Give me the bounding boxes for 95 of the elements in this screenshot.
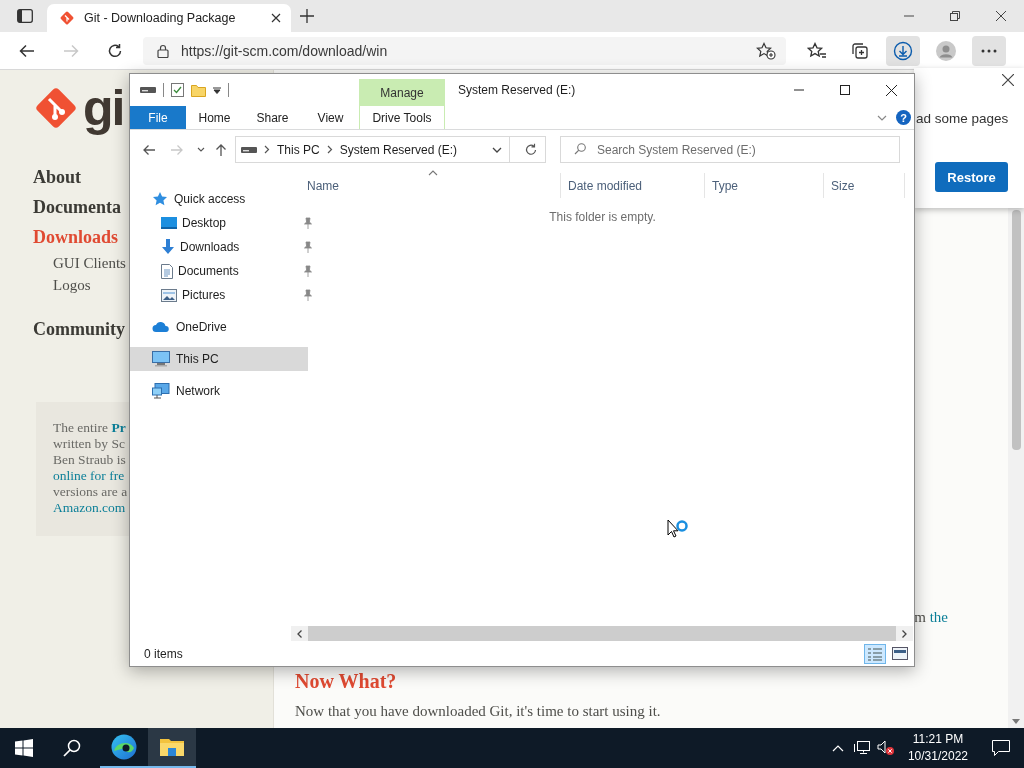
- computer-icon: [152, 351, 170, 367]
- site-nav-link[interactable]: Downloads: [33, 222, 119, 252]
- download-arrow-icon: [161, 239, 175, 255]
- search-icon: [574, 143, 586, 155]
- link[interactable]: the: [929, 609, 948, 625]
- site-subnav-link[interactable]: GUI Clients: [53, 252, 126, 274]
- contextual-group-label: Manage: [359, 79, 445, 106]
- column-header[interactable]: Type: [705, 173, 824, 198]
- network-monitor-icon[interactable]: [853, 741, 870, 755]
- show-hidden-icons-chevron-icon[interactable]: [831, 744, 844, 752]
- refresh-icon[interactable]: [107, 42, 123, 59]
- cloud-icon: [152, 321, 170, 333]
- restore-button[interactable]: Restore: [935, 162, 1008, 192]
- link[interactable]: Pr: [111, 420, 126, 435]
- ribbon-tab[interactable]: Home: [186, 106, 243, 129]
- site-subnav-link[interactable]: Logos: [53, 274, 91, 296]
- maximize-icon[interactable]: [840, 85, 850, 95]
- star-icon: [152, 191, 168, 207]
- folder-icon: [160, 737, 184, 757]
- nav-pane-item[interactable]: Desktop: [130, 211, 317, 235]
- sort-ascending-caret-icon: [428, 170, 438, 176]
- nav-pane-item[interactable]: This PC: [130, 347, 308, 371]
- refresh-icon[interactable]: [525, 143, 537, 156]
- link[interactable]: online for fre: [53, 468, 125, 483]
- back-arrow-icon[interactable]: [19, 43, 35, 58]
- search-field[interactable]: Search System Reserved (E:): [560, 136, 900, 163]
- customize-caret-icon[interactable]: [213, 86, 221, 94]
- drive-icon: [140, 86, 156, 94]
- nav-pane-item[interactable]: Downloads: [130, 235, 317, 259]
- empty-folder-message: This folder is empty.: [548, 210, 657, 224]
- document-icon: [161, 263, 173, 279]
- site-nav-link[interactable]: Community: [33, 314, 125, 344]
- scroll-right-icon[interactable]: [902, 629, 907, 638]
- add-favorite-icon[interactable]: [756, 41, 776, 60]
- item-count: 0 items: [144, 646, 183, 661]
- column-header[interactable]: Size: [824, 173, 905, 198]
- details-view-icon: [867, 646, 883, 661]
- address-field[interactable]: https://git-scm.com/download/win: [143, 36, 786, 65]
- address-field[interactable]: This PC System Reserved (E:): [235, 136, 546, 163]
- window-title: System Reserved (E:): [457, 82, 577, 99]
- start-windows-icon[interactable]: [15, 739, 33, 757]
- download-icon: [893, 40, 913, 61]
- file-tab[interactable]: File: [130, 106, 186, 129]
- favorites-star-icon: [807, 41, 827, 60]
- more-dots-icon: [981, 48, 997, 53]
- recent-locations-chevron-icon[interactable]: [197, 147, 205, 152]
- ribbon-tab[interactable]: Share: [243, 106, 302, 129]
- address-dropdown-chevron-icon[interactable]: [492, 146, 502, 153]
- restore-icon[interactable]: [950, 11, 960, 21]
- tab-actions-icon[interactable]: [17, 9, 33, 23]
- browser-tab[interactable]: Git - Downloading Package: [47, 4, 291, 32]
- taskbar-clock[interactable]: 11:21 PM 10/31/2022: [897, 728, 978, 768]
- busy-cursor-icon: [667, 519, 691, 541]
- scroll-down-icon[interactable]: [1012, 719, 1020, 724]
- nav-pane-item[interactable]: Pictures: [130, 283, 317, 307]
- edge-browser-icon: [111, 734, 137, 760]
- lock-icon: [157, 43, 169, 58]
- close-icon[interactable]: [885, 84, 897, 96]
- site-nav-link[interactable]: About: [33, 162, 81, 192]
- downloads-button[interactable]: [886, 35, 920, 66]
- chevron-right-icon: [264, 145, 270, 154]
- nav-pane-item[interactable]: OneDrive: [130, 315, 308, 339]
- muted-speaker-icon[interactable]: [876, 740, 895, 756]
- properties-check-icon[interactable]: [171, 83, 184, 97]
- network-icon: [152, 383, 170, 399]
- popup-message: ad some pages: [916, 111, 1009, 126]
- picture-icon: [161, 288, 177, 302]
- profile-avatar-icon: [936, 40, 956, 61]
- drive-icon: [241, 145, 257, 154]
- link[interactable]: Amazon.com: [53, 500, 126, 515]
- taskbar-app-button[interactable]: [148, 728, 196, 768]
- site-nav-link[interactable]: Documenta: [33, 192, 121, 222]
- ribbon-tab[interactable]: View: [302, 106, 359, 129]
- back-arrow-icon[interactable]: [142, 143, 156, 156]
- nav-pane-item[interactable]: Documents: [130, 259, 317, 283]
- chevron-right-icon: [326, 145, 333, 154]
- new-tab-plus-icon[interactable]: [299, 8, 315, 24]
- column-header[interactable]: Name: [291, 173, 561, 198]
- horizontal-scrollbar[interactable]: [291, 626, 913, 641]
- nav-pane-item[interactable]: Network: [130, 379, 308, 403]
- up-arrow-icon[interactable]: [215, 142, 227, 157]
- close-popup-icon[interactable]: [1002, 74, 1014, 86]
- expand-ribbon-chevron-icon[interactable]: [877, 114, 887, 121]
- large-icons-view-icon: [892, 647, 908, 660]
- column-header[interactable]: Date modified: [561, 173, 705, 198]
- collections-icon: [851, 41, 869, 60]
- scroll-left-icon[interactable]: [297, 629, 302, 638]
- close-icon[interactable]: [996, 11, 1006, 21]
- section-heading: Now What?: [295, 670, 398, 693]
- body-text: Now that you have downloaded Git, it's time to start using it.: [295, 703, 662, 720]
- desktop-icon: [161, 216, 177, 230]
- search-icon[interactable]: [63, 739, 81, 757]
- close-tab-icon[interactable]: [271, 13, 281, 23]
- notifications-icon[interactable]: [992, 740, 1010, 756]
- help-button[interactable]: ?: [896, 110, 911, 125]
